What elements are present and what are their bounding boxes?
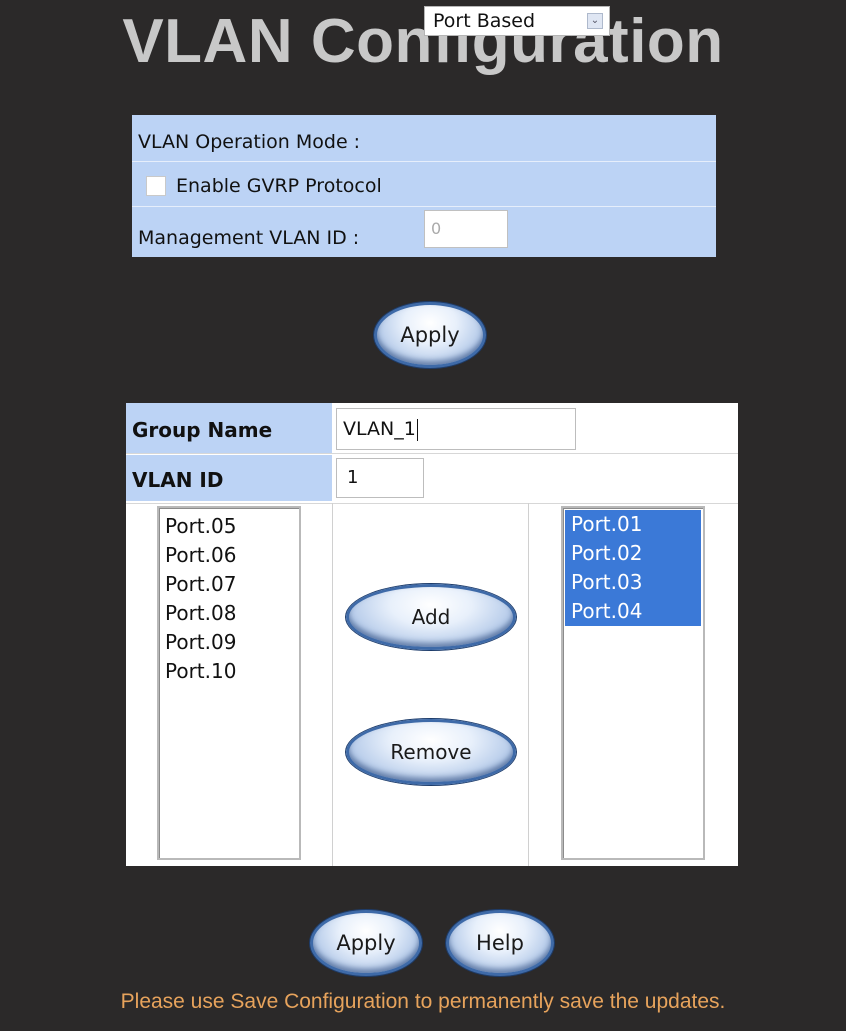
help-button[interactable]: Help <box>446 910 554 976</box>
group-name-value: VLAN_1 <box>343 418 416 440</box>
port-option[interactable]: Port.09 <box>159 628 236 657</box>
gvrp-checkbox[interactable] <box>146 176 166 196</box>
add-port-button[interactable]: Add <box>346 584 516 650</box>
chevron-down-icon[interactable]: ⌄ <box>587 13 603 29</box>
vlan-id-label: VLAN ID <box>126 455 332 501</box>
vlan-id-input[interactable]: 1 <box>336 458 424 498</box>
port-option[interactable]: Port.10 <box>159 657 236 686</box>
member-port-option[interactable]: Port.04 <box>565 597 701 626</box>
operation-mode-select[interactable]: Port Based ⌄ <box>424 6 610 36</box>
group-name-input[interactable]: VLAN_1 <box>336 408 576 450</box>
text-cursor <box>416 418 418 441</box>
apply-group-button[interactable]: Apply <box>310 910 422 976</box>
management-vlan-input[interactable]: 0 <box>424 210 508 248</box>
port-option[interactable]: Port.05 <box>159 512 236 541</box>
column-divider <box>332 503 333 866</box>
member-port-option[interactable]: Port.03 <box>565 568 701 597</box>
port-option[interactable]: Port.08 <box>159 599 236 628</box>
row-divider <box>126 503 738 504</box>
management-vlan-label: Management VLAN ID : <box>138 227 360 249</box>
member-ports-list[interactable]: Port.01 Port.02 Port.03 Port.04 <box>561 506 705 860</box>
operation-mode-label: VLAN Operation Mode : <box>138 131 361 153</box>
member-port-option[interactable]: Port.01 <box>565 510 701 539</box>
port-option[interactable]: Port.07 <box>159 570 236 599</box>
save-reminder-message: Please use Save Configuration to permane… <box>120 990 726 1013</box>
operation-mode-value: Port Based <box>433 10 536 32</box>
remove-port-button[interactable]: Remove <box>346 719 516 785</box>
group-name-label: Group Name <box>126 403 332 453</box>
member-port-option[interactable]: Port.02 <box>565 539 701 568</box>
available-ports-list[interactable]: Port.05 Port.06 Port.07 Port.08 Port.09 … <box>157 506 301 860</box>
column-divider <box>528 503 529 866</box>
page-title: VLAN Configuration <box>122 7 724 76</box>
gvrp-label: Enable GVRP Protocol <box>176 175 382 197</box>
row-divider <box>126 453 738 454</box>
apply-settings-button[interactable]: Apply <box>374 302 486 368</box>
port-option[interactable]: Port.06 <box>159 541 236 570</box>
